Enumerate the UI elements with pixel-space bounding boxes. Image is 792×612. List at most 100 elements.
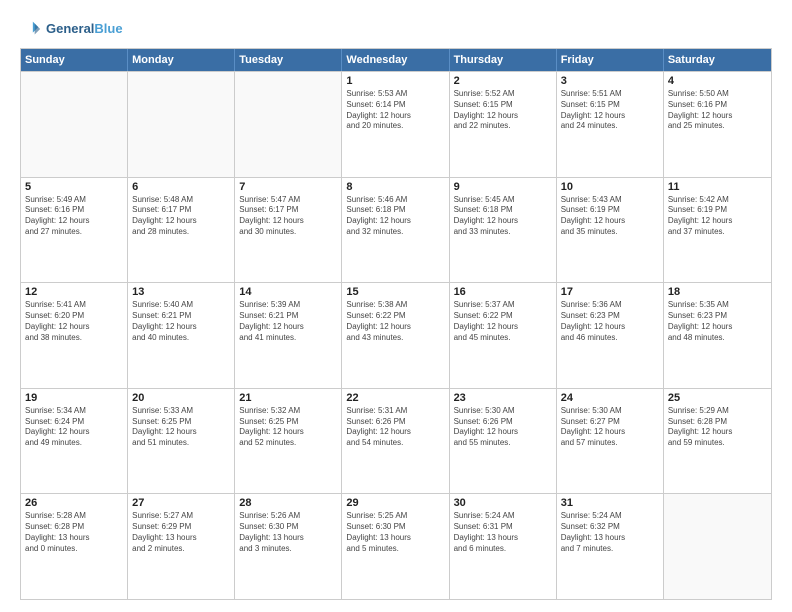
- day-number: 2: [454, 75, 552, 87]
- logo-icon: [20, 18, 42, 40]
- calendar-cell: 17 Sunrise: 5:36 AM Sunset: 6:23 PM Dayli…: [557, 283, 664, 388]
- day-number: 21: [239, 392, 337, 404]
- cell-details: Sunrise: 5:29 AM Sunset: 6:28 PM Dayligh…: [668, 406, 767, 449]
- day-number: 26: [25, 497, 123, 509]
- calendar-cell: 20 Sunrise: 5:33 AM Sunset: 6:25 PM Dayli…: [128, 389, 235, 494]
- day-number: 14: [239, 286, 337, 298]
- calendar-cell: 31 Sunrise: 5:24 AM Sunset: 6:32 PM Dayli…: [557, 494, 664, 599]
- cell-details: Sunrise: 5:25 AM Sunset: 6:30 PM Dayligh…: [346, 511, 444, 554]
- calendar-row: 1Sunrise: 5:53 AM Sunset: 6:14 PM Daylig…: [21, 71, 771, 177]
- cell-details: Sunrise: 5:37 AM Sunset: 6:22 PM Dayligh…: [454, 300, 552, 343]
- calendar-cell: 6 Sunrise: 5:48 AM Sunset: 6:17 PM Daylig…: [128, 178, 235, 283]
- cell-details: Sunrise: 5:36 AM Sunset: 6:23 PM Dayligh…: [561, 300, 659, 343]
- calendar-cell: 26Sunrise: 5:28 AM Sunset: 6:28 PM Dayli…: [21, 494, 128, 599]
- day-number: 28: [239, 497, 337, 509]
- day-number: 11: [668, 181, 767, 193]
- calendar-row: 12 Sunrise: 5:41 AM Sunset: 6:20 PM Dayli…: [21, 282, 771, 388]
- cell-details: Sunrise: 5:47 AM Sunset: 6:17 PM Dayligh…: [239, 195, 337, 238]
- day-number: 17: [561, 286, 659, 298]
- cell-details: Sunrise: 5:38 AM Sunset: 6:22 PM Dayligh…: [346, 300, 444, 343]
- cell-details: Sunrise: 5:27 AM Sunset: 6:29 PM Dayligh…: [132, 511, 230, 554]
- day-number: 6: [132, 181, 230, 193]
- day-number: 3: [561, 75, 659, 87]
- calendar-cell: 16 Sunrise: 5:37 AM Sunset: 6:22 PM Dayli…: [450, 283, 557, 388]
- cell-details: Sunrise: 5:43 AM Sunset: 6:19 PM Dayligh…: [561, 195, 659, 238]
- day-number: 1: [346, 75, 444, 87]
- calendar-cell: 2 Sunrise: 5:52 AM Sunset: 6:15 PM Daylig…: [450, 72, 557, 177]
- day-number: 13: [132, 286, 230, 298]
- cell-details: Sunrise: 5:50 AM Sunset: 6:16 PM Dayligh…: [668, 89, 767, 132]
- day-number: 30: [454, 497, 552, 509]
- calendar-cell: 30 Sunrise: 5:24 AM Sunset: 6:31 PM Dayli…: [450, 494, 557, 599]
- calendar-cell: 3 Sunrise: 5:51 AM Sunset: 6:15 PM Daylig…: [557, 72, 664, 177]
- weekday-header: Thursday: [450, 49, 557, 71]
- calendar-cell: [128, 72, 235, 177]
- cell-details: Sunrise: 5:24 AM Sunset: 6:32 PM Dayligh…: [561, 511, 659, 554]
- calendar-cell: 21 Sunrise: 5:32 AM Sunset: 6:25 PM Dayli…: [235, 389, 342, 494]
- day-number: 7: [239, 181, 337, 193]
- cell-details: Sunrise: 5:48 AM Sunset: 6:17 PM Dayligh…: [132, 195, 230, 238]
- logo-text: GeneralBlue: [46, 21, 123, 37]
- cell-details: Sunrise: 5:24 AM Sunset: 6:31 PM Dayligh…: [454, 511, 552, 554]
- cell-details: Sunrise: 5:30 AM Sunset: 6:26 PM Dayligh…: [454, 406, 552, 449]
- calendar-cell: 4 Sunrise: 5:50 AM Sunset: 6:16 PM Daylig…: [664, 72, 771, 177]
- day-number: 12: [25, 286, 123, 298]
- calendar-cell: 22 Sunrise: 5:31 AM Sunset: 6:26 PM Dayli…: [342, 389, 449, 494]
- cell-details: Sunrise: 5:52 AM Sunset: 6:15 PM Dayligh…: [454, 89, 552, 132]
- calendar-cell: [664, 494, 771, 599]
- calendar-cell: 14 Sunrise: 5:39 AM Sunset: 6:21 PM Dayli…: [235, 283, 342, 388]
- day-number: 18: [668, 286, 767, 298]
- day-number: 4: [668, 75, 767, 87]
- calendar-cell: 9Sunrise: 5:45 AM Sunset: 6:18 PM Daylig…: [450, 178, 557, 283]
- calendar-cell: [235, 72, 342, 177]
- cell-details: Sunrise: 5:32 AM Sunset: 6:25 PM Dayligh…: [239, 406, 337, 449]
- calendar-row: 26Sunrise: 5:28 AM Sunset: 6:28 PM Dayli…: [21, 493, 771, 599]
- weekday-header: Monday: [128, 49, 235, 71]
- cell-details: Sunrise: 5:41 AM Sunset: 6:20 PM Dayligh…: [25, 300, 123, 343]
- calendar-cell: 24 Sunrise: 5:30 AM Sunset: 6:27 PM Dayli…: [557, 389, 664, 494]
- calendar-cell: 10 Sunrise: 5:43 AM Sunset: 6:19 PM Dayli…: [557, 178, 664, 283]
- day-number: 22: [346, 392, 444, 404]
- calendar-cell: 27Sunrise: 5:27 AM Sunset: 6:29 PM Dayli…: [128, 494, 235, 599]
- cell-details: Sunrise: 5:51 AM Sunset: 6:15 PM Dayligh…: [561, 89, 659, 132]
- calendar-cell: 8Sunrise: 5:46 AM Sunset: 6:18 PM Daylig…: [342, 178, 449, 283]
- day-number: 23: [454, 392, 552, 404]
- calendar-cell: 28 Sunrise: 5:26 AM Sunset: 6:30 PM Dayli…: [235, 494, 342, 599]
- calendar-cell: 25 Sunrise: 5:29 AM Sunset: 6:28 PM Dayli…: [664, 389, 771, 494]
- cell-details: Sunrise: 5:39 AM Sunset: 6:21 PM Dayligh…: [239, 300, 337, 343]
- cell-details: Sunrise: 5:34 AM Sunset: 6:24 PM Dayligh…: [25, 406, 123, 449]
- cell-details: Sunrise: 5:40 AM Sunset: 6:21 PM Dayligh…: [132, 300, 230, 343]
- day-number: 25: [668, 392, 767, 404]
- calendar-cell: [21, 72, 128, 177]
- calendar-cell: 12 Sunrise: 5:41 AM Sunset: 6:20 PM Dayli…: [21, 283, 128, 388]
- header: GeneralBlue: [20, 18, 772, 40]
- calendar-cell: 13 Sunrise: 5:40 AM Sunset: 6:21 PM Dayli…: [128, 283, 235, 388]
- weekday-header: Friday: [557, 49, 664, 71]
- calendar-cell: 29 Sunrise: 5:25 AM Sunset: 6:30 PM Dayli…: [342, 494, 449, 599]
- cell-details: Sunrise: 5:33 AM Sunset: 6:25 PM Dayligh…: [132, 406, 230, 449]
- calendar-cell: 19 Sunrise: 5:34 AM Sunset: 6:24 PM Dayli…: [21, 389, 128, 494]
- day-number: 31: [561, 497, 659, 509]
- calendar-cell: 18Sunrise: 5:35 AM Sunset: 6:23 PM Dayli…: [664, 283, 771, 388]
- cell-details: Sunrise: 5:31 AM Sunset: 6:26 PM Dayligh…: [346, 406, 444, 449]
- day-number: 15: [346, 286, 444, 298]
- weekday-header: Sunday: [21, 49, 128, 71]
- weekday-header: Wednesday: [342, 49, 449, 71]
- day-number: 16: [454, 286, 552, 298]
- cell-details: Sunrise: 5:45 AM Sunset: 6:18 PM Dayligh…: [454, 195, 552, 238]
- calendar-row: 5Sunrise: 5:49 AM Sunset: 6:16 PM Daylig…: [21, 177, 771, 283]
- calendar-cell: 7 Sunrise: 5:47 AM Sunset: 6:17 PM Daylig…: [235, 178, 342, 283]
- day-number: 20: [132, 392, 230, 404]
- calendar-cell: 23 Sunrise: 5:30 AM Sunset: 6:26 PM Dayli…: [450, 389, 557, 494]
- cell-details: Sunrise: 5:49 AM Sunset: 6:16 PM Dayligh…: [25, 195, 123, 238]
- day-number: 24: [561, 392, 659, 404]
- day-number: 19: [25, 392, 123, 404]
- cell-details: Sunrise: 5:46 AM Sunset: 6:18 PM Dayligh…: [346, 195, 444, 238]
- calendar-cell: 1Sunrise: 5:53 AM Sunset: 6:14 PM Daylig…: [342, 72, 449, 177]
- day-number: 29: [346, 497, 444, 509]
- weekday-header: Tuesday: [235, 49, 342, 71]
- calendar-row: 19 Sunrise: 5:34 AM Sunset: 6:24 PM Dayli…: [21, 388, 771, 494]
- cell-details: Sunrise: 5:26 AM Sunset: 6:30 PM Dayligh…: [239, 511, 337, 554]
- day-number: 10: [561, 181, 659, 193]
- cell-details: Sunrise: 5:30 AM Sunset: 6:27 PM Dayligh…: [561, 406, 659, 449]
